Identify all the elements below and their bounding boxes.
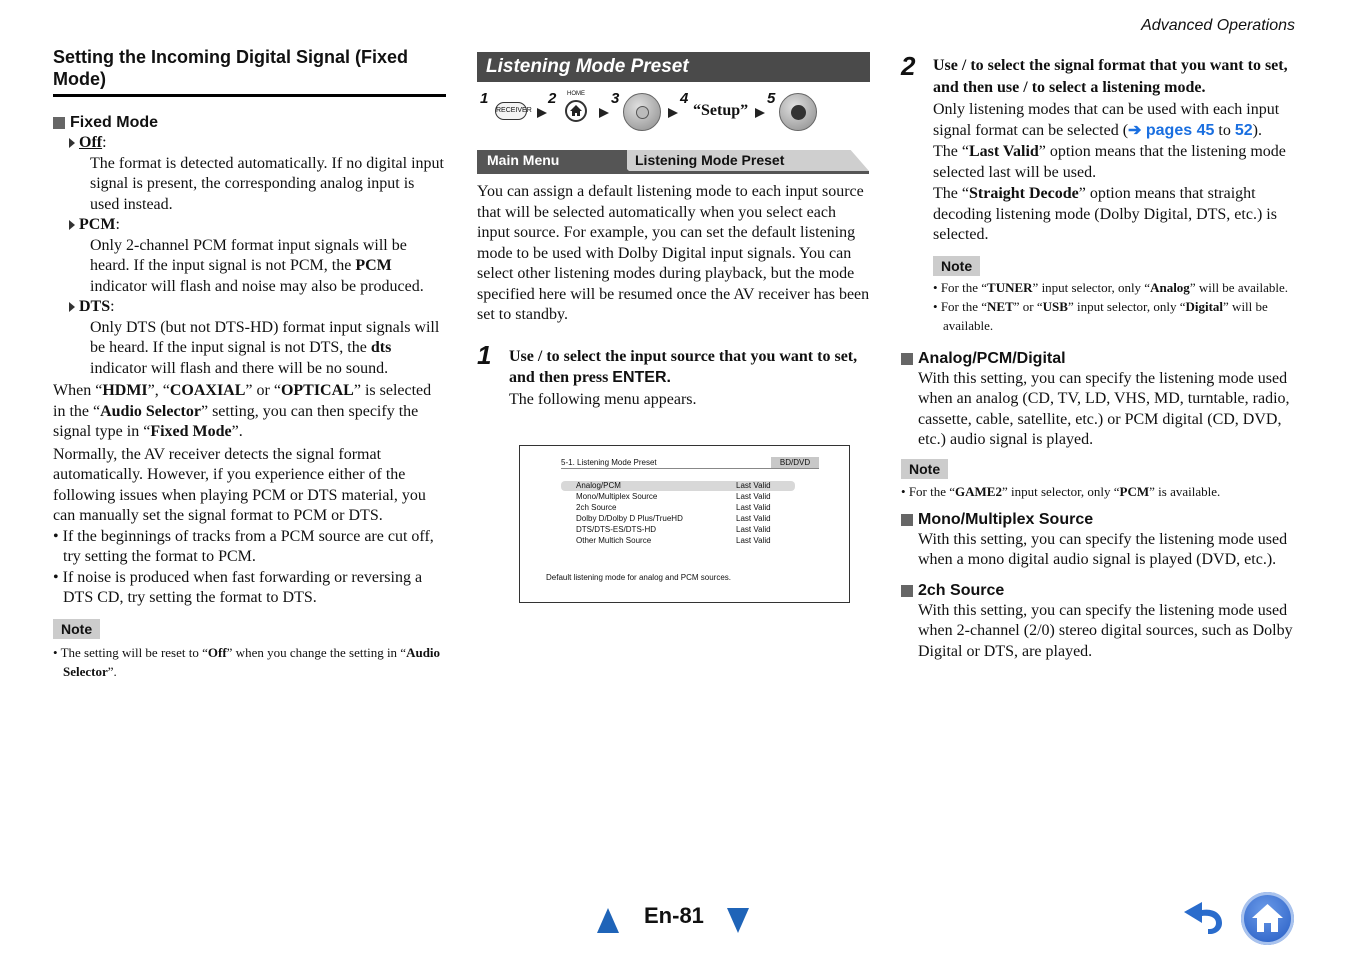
- option-dts-text: Only DTS (but not DTS-HD) format input s…: [90, 318, 440, 377]
- triangle-bullet-icon: [69, 302, 75, 313]
- note-item: • For the “GAME2” input selector, only “…: [901, 483, 1221, 499]
- step-number: 3: [611, 90, 620, 107]
- step-2: 2 Use / to select the signal format that…: [901, 51, 1295, 335]
- step-paragraph: The “Last Valid” option means that the l…: [933, 143, 1286, 181]
- bullet-item: • If noise is produced when fast forward…: [53, 568, 423, 607]
- arrow-right-icon: [668, 108, 678, 118]
- section-header: Advanced Operations: [1141, 17, 1295, 34]
- page-52-link[interactable]: 52: [1235, 122, 1253, 139]
- step-title: Use / to select the signal format that y…: [933, 57, 1288, 96]
- page-number: En-81: [644, 903, 704, 928]
- step-number: 2: [548, 90, 557, 107]
- home-icon: [1252, 904, 1283, 932]
- home-button-icon: [565, 100, 587, 122]
- analog-heading: Analog/PCM/Digital: [901, 349, 1295, 369]
- twoch-heading: 2ch Source: [901, 581, 1295, 601]
- middle-column: Listening Mode Preset 1 RECEIVER 2 HOME …: [477, 52, 870, 410]
- audio-selector-paragraph: When “HDMI”, “COAXIAL” or “OPTICAL” is s…: [53, 382, 432, 440]
- step-number: 1: [480, 90, 489, 107]
- navigation-steps: 1 RECEIVER 2 HOME 3 4 “Setup” 5: [477, 90, 870, 146]
- pages-link[interactable]: ➔ pages 45: [1128, 122, 1214, 139]
- arrow-right-icon: [599, 108, 609, 118]
- dpad-icon: [623, 93, 661, 131]
- step-title: Use / to select the input source that yo…: [509, 347, 858, 386]
- square-bullet-icon: [901, 513, 913, 526]
- osd-menu-screenshot: 5-1. Listening Mode Preset BD/DVD Analog…: [519, 445, 850, 603]
- note-item: • For the “TUNER” input selector, only “…: [933, 279, 1288, 295]
- menu-row[interactable]: Analog/PCM Last Valid: [576, 480, 776, 491]
- menu-row[interactable]: 2ch Source Last Valid: [576, 502, 776, 513]
- step-paragraph: The “Straight Decode” option means that …: [933, 185, 1277, 243]
- triangle-bullet-icon: [69, 138, 75, 149]
- note-label: Note: [901, 458, 949, 479]
- menu-row[interactable]: DTS/DTS-ES/DTS-HD Last Valid: [576, 524, 776, 535]
- step-1: 1 Use / to select the input source that …: [477, 340, 870, 411]
- breadcrumb: Listening Mode Preset Main Menu: [477, 150, 870, 174]
- option-dts: DTS:: [53, 297, 446, 318]
- step-body: The following menu appears.: [509, 390, 697, 408]
- section-banner: Listening Mode Preset: [477, 52, 870, 82]
- breadcrumb-sub: Listening Mode Preset: [607, 150, 869, 171]
- setup-label: “Setup”: [693, 102, 749, 119]
- receiver-button-icon: RECEIVER: [495, 102, 532, 120]
- arrow-right-icon: [537, 108, 547, 118]
- step-paragraph: Only listening modes that can be used wi…: [933, 101, 1280, 139]
- back-button[interactable]: [1180, 896, 1228, 938]
- note-item: • For the “NET” or “USB” input selector,…: [933, 298, 1268, 333]
- section-title: Setting the Incoming Digital Signal (Fix…: [53, 46, 446, 97]
- menu-footer: Default listening mode for analog and PC…: [546, 573, 731, 582]
- step-number: 5: [767, 90, 776, 107]
- menu-badge: BD/DVD: [771, 457, 819, 468]
- square-bullet-icon: [53, 117, 65, 129]
- fixed-mode-heading: Fixed Mode: [53, 113, 446, 133]
- menu-row[interactable]: Other Multich Source Last Valid: [576, 535, 776, 546]
- step-number: 4: [680, 90, 689, 107]
- step-number: 2: [901, 51, 916, 81]
- home-button[interactable]: [1241, 892, 1294, 945]
- arrow-right-icon: [755, 108, 765, 118]
- enter-button-icon: [779, 93, 817, 131]
- option-pcm: PCM:: [53, 215, 446, 236]
- right-column: 2 Use / to select the signal format that…: [901, 51, 1295, 662]
- analog-text: With this setting, you can specify the l…: [918, 369, 1290, 449]
- left-column: Setting the Incoming Digital Signal (Fix…: [53, 46, 446, 681]
- menu-row[interactable]: Mono/Multiplex Source Last Valid: [576, 491, 776, 502]
- triangle-bullet-icon: [69, 220, 75, 231]
- option-off-text: The format is detected automatically. If…: [90, 154, 444, 213]
- twoch-text: With this setting, you can specify the l…: [918, 601, 1293, 660]
- square-bullet-icon: [901, 584, 913, 597]
- home-label: HOME: [567, 91, 585, 97]
- breadcrumb-main: Main Menu: [477, 150, 627, 171]
- previous-page-button[interactable]: [597, 908, 619, 933]
- auto-detect-paragraph: Normally, the AV receiver detects the si…: [53, 445, 426, 525]
- option-pcm-text: Only 2-channel PCM format input signals …: [90, 236, 424, 295]
- intro-paragraph: You can assign a default listening mode …: [477, 183, 870, 323]
- next-page-button[interactable]: [727, 908, 749, 933]
- mono-text: With this setting, you can specify the l…: [918, 530, 1288, 569]
- note-label: Note: [933, 255, 981, 276]
- mono-heading: Mono/Multiplex Source: [901, 510, 1295, 530]
- square-bullet-icon: [901, 352, 913, 365]
- back-arrow-icon: [1184, 902, 1222, 934]
- bullet-item: • If the beginnings of tracks from a PCM…: [53, 527, 434, 566]
- note-item: • The setting will be reset to “Off” whe…: [53, 644, 441, 679]
- note-label: Note: [53, 618, 101, 639]
- step-number: 1: [477, 339, 492, 370]
- menu-row[interactable]: Dolby D/Dolby D Plus/TrueHD Last Valid: [576, 513, 776, 524]
- option-off: Off:: [53, 133, 446, 154]
